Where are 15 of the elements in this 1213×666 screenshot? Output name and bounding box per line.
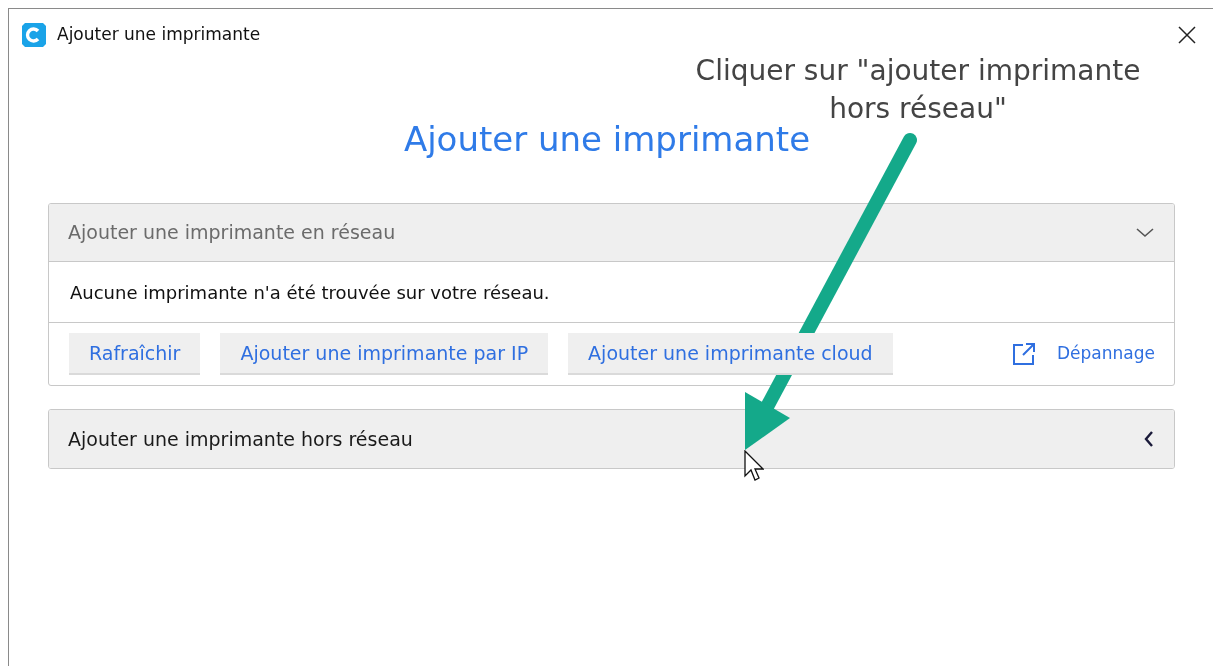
close-icon (1178, 26, 1196, 44)
chevron-down-icon (1136, 227, 1154, 238)
action-button[interactable]: Ajouter une imprimante par IP (220, 333, 549, 375)
external-link-icon (1011, 341, 1037, 367)
app-logo-icon (21, 22, 47, 48)
troubleshoot-link[interactable]: Dépannage (1057, 341, 1155, 367)
section-title: Ajouter une imprimante en réseau (68, 220, 396, 246)
section-title: Ajouter une imprimante hors réseau (68, 426, 413, 452)
status-message: Aucune imprimante n'a été trouvée sur votre réseau. (70, 280, 550, 305)
action-button[interactable]: Rafraîchir (69, 333, 201, 375)
accordion-header[interactable]: Ajouter une imprimante en réseau (49, 204, 1174, 262)
accordion-header[interactable]: Ajouter une imprimante hors réseau (49, 410, 1174, 468)
window-title: Ajouter une imprimante (57, 23, 261, 47)
action-button[interactable]: Ajouter une imprimante cloud (568, 333, 893, 375)
chevron-left-icon (1144, 431, 1154, 447)
